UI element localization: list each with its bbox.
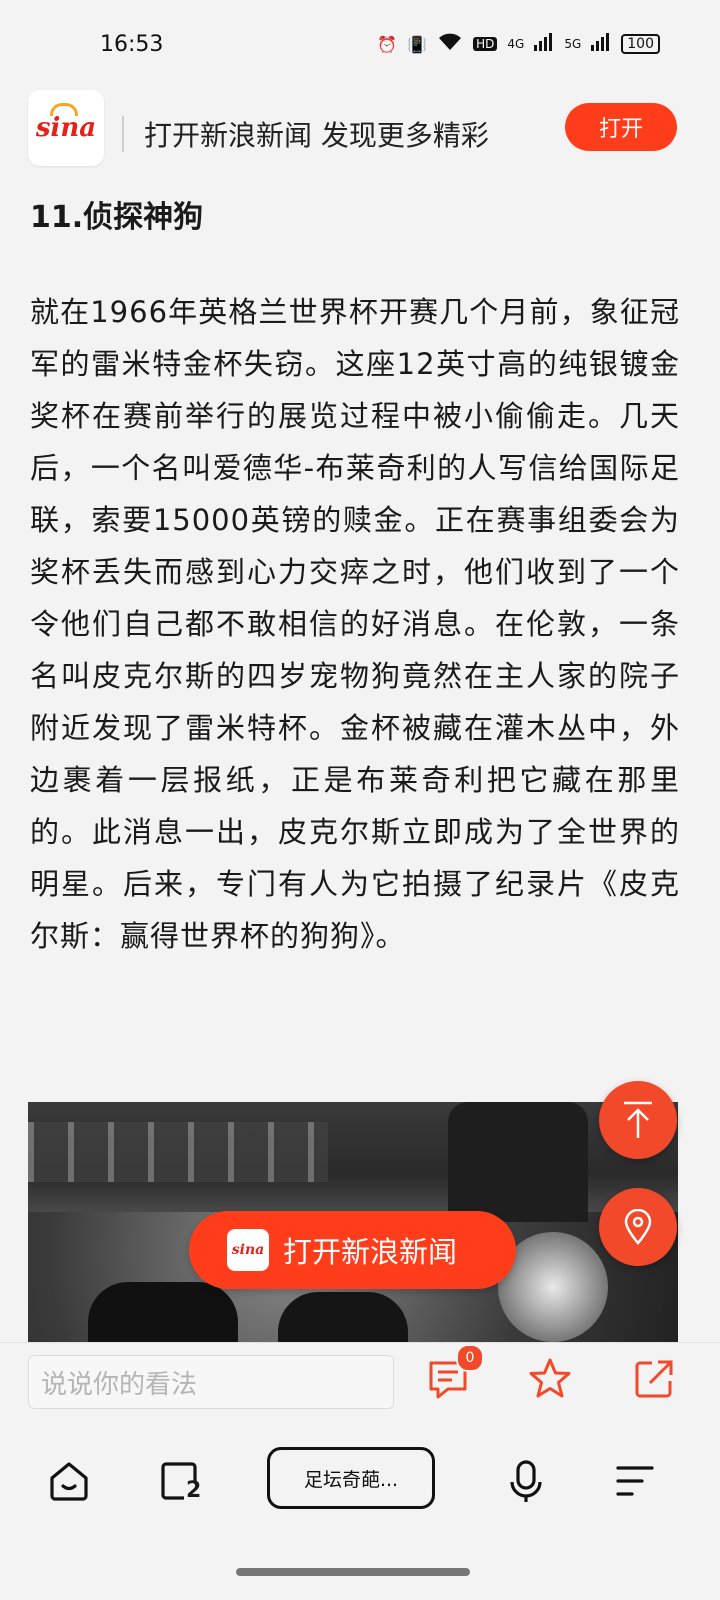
open-sina-news-button[interactable]: sina 打开新浪新闻 <box>189 1211 516 1289</box>
banner-divider <box>122 116 124 152</box>
home-indicator <box>236 1568 470 1576</box>
home-icon[interactable] <box>46 1458 92 1504</box>
hd-label: HD <box>473 37 498 51</box>
location-button[interactable] <box>599 1188 677 1266</box>
microphone-icon[interactable] <box>503 1458 549 1504</box>
article-paragraph: 就在1966年英格兰世界杯开赛几个月前，象征冠军的雷米特金杯失窃。这座12英寸高… <box>30 295 680 953</box>
status-time: 16:53 <box>100 32 164 57</box>
photo-person <box>448 1102 588 1222</box>
star-icon[interactable] <box>528 1357 572 1401</box>
menu-icon[interactable] <box>612 1458 658 1504</box>
tab-count: 2 <box>186 1478 202 1503</box>
arrow-up-icon <box>624 1101 652 1138</box>
signal-5g-icon <box>591 33 611 55</box>
photo-fence <box>28 1122 328 1182</box>
tabs-button[interactable]: 2 <box>158 1458 204 1504</box>
signal-5g-label: 5G <box>564 37 582 51</box>
app-promo-banner: sina 打开新浪新闻 发现更多精彩 打开 <box>0 72 720 184</box>
banner-message: 打开新浪新闻 发现更多精彩 <box>144 119 489 152</box>
comment-input[interactable]: 说说你的看法 <box>28 1355 394 1409</box>
article-body: 11.侦探神狗 就在1966年英格兰世界杯开赛几个月前，象征冠军的雷米特金杯失窃… <box>30 184 680 962</box>
sina-logo: sina <box>28 90 104 166</box>
comment-bar: 说说你的看法 <box>0 1342 720 1421</box>
signal-4g-icon <box>534 33 554 55</box>
share-icon[interactable] <box>632 1357 676 1401</box>
open-app-button[interactable]: 打开 <box>565 103 677 151</box>
vibrate-icon: 📳 <box>407 34 428 54</box>
sina-logo-text: sina <box>35 113 97 143</box>
sina-mini-logo: sina <box>227 1229 269 1271</box>
wifi-icon <box>437 32 463 56</box>
status-bar: 16:53 ⏰ 📳 HD 4G 5G 100 <box>0 0 720 72</box>
status-icons: ⏰ 📳 HD 4G 5G 100 <box>377 32 660 56</box>
signal-4g-label: 4G <box>507 37 525 51</box>
comment-count-badge: 0 <box>456 1344 484 1372</box>
article-heading: 11.侦探神狗 <box>30 200 204 235</box>
scroll-top-button[interactable] <box>599 1081 677 1159</box>
photo-photographer-1 <box>88 1282 238 1342</box>
browser-nav-bar: 2 足坛奇葩... <box>0 1420 720 1600</box>
open-sina-news-label: 打开新浪新闻 <box>283 1235 458 1269</box>
alarm-icon: ⏰ <box>377 34 398 54</box>
photo-photographer-2 <box>278 1292 408 1342</box>
location-pin-icon <box>624 1209 652 1245</box>
battery-icon: 100 <box>621 34 660 54</box>
sina-eye-icon <box>50 103 78 116</box>
current-tab-title[interactable]: 足坛奇葩... <box>267 1447 435 1509</box>
